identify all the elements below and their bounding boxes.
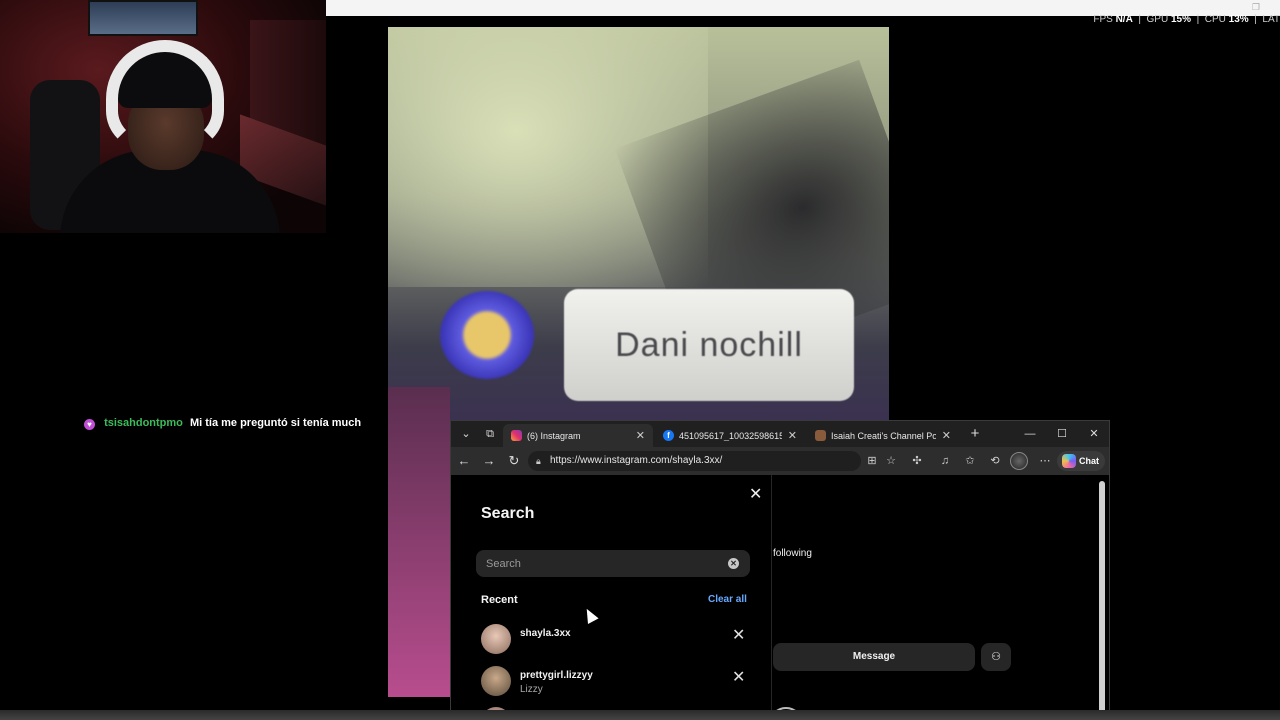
subscriber-badge-icon: ♥: [84, 419, 95, 430]
recent-item[interactable]: shayla.3xx ✕: [481, 620, 751, 656]
copilot-label: Chat: [1079, 456, 1099, 466]
facebook-icon: f: [663, 430, 674, 441]
new-tab-icon[interactable]: +: [964, 425, 986, 443]
search-input[interactable]: [476, 550, 750, 577]
url-text: https://www.instagram.com/shayla.3xx/: [550, 455, 723, 466]
lat-label: LAT: [1262, 14, 1280, 25]
remove-recent-icon[interactable]: ✕: [732, 667, 745, 687]
app-available-icon[interactable]: ⊞: [864, 453, 880, 469]
extensions-icon[interactable]: ✣: [909, 453, 925, 469]
history-icon[interactable]: ⟲: [987, 453, 1003, 469]
close-window-icon[interactable]: ✕: [1080, 425, 1108, 443]
recent-item[interactable]: prettygirl.lizzyy Lizzy ✕: [481, 662, 751, 698]
tab-facebook-image[interactable]: f 451095617_10032598615827… ✕: [655, 424, 805, 447]
profile-avatar-icon[interactable]: [1010, 452, 1028, 470]
chat-text: Mi tía me preguntó si tenía much: [189, 417, 362, 429]
minimize-icon[interactable]: —: [1016, 425, 1044, 443]
favorite-star-icon[interactable]: ☆: [883, 453, 899, 469]
maximize-icon[interactable]: ☐: [1048, 425, 1076, 443]
more-options-icon[interactable]: ⋯: [1037, 453, 1053, 469]
taskbar-edge: [0, 710, 1280, 720]
refresh-icon[interactable]: ↻: [505, 453, 523, 469]
background-monitor: [88, 0, 198, 36]
instagram-icon: [511, 430, 522, 441]
emoji-avatar: [440, 291, 534, 379]
close-icon[interactable]: ✕: [749, 484, 762, 504]
gpu-label: GPU: [1146, 14, 1169, 25]
chat-message: ♥ tsisahdontpmo Mi tía me preguntó si te…: [84, 417, 361, 430]
tab-instagram[interactable]: (6) Instagram ✕: [503, 424, 653, 447]
performance-stats: FPS N/A | GPU 15% | CPU 13% | LAT: [1093, 14, 1280, 25]
close-tab-icon[interactable]: ✕: [636, 429, 645, 442]
forward-icon[interactable]: →: [480, 453, 498, 469]
favorites-icon[interactable]: ✩: [962, 453, 978, 469]
tab-actions-chevron-icon[interactable]: ⌄: [455, 425, 477, 443]
headset: [106, 40, 224, 150]
recent-heading: Recent: [481, 594, 518, 606]
clear-search-icon[interactable]: ✕: [728, 558, 739, 569]
search-title: Search: [481, 505, 535, 522]
copilot-chat-button[interactable]: Chat: [1057, 451, 1105, 471]
search-panel: ✕ Search ✕ Recent Clear all shayla.3xx ✕…: [454, 475, 772, 720]
add-person-icon: ⚇: [991, 651, 1001, 663]
message-bubble: Dani nochill: [564, 289, 854, 401]
avatar: [481, 624, 511, 654]
suggested-users-button[interactable]: ⚇: [981, 643, 1011, 671]
gpu-value: 15%: [1170, 14, 1192, 25]
recent-username: prettygirl.lizzyy: [520, 670, 593, 681]
tab-twitch-channel[interactable]: Isaiah Creati's Channel Point E… ✕: [807, 424, 959, 447]
webcam-feed: [0, 0, 326, 233]
close-tab-icon[interactable]: ✕: [788, 429, 797, 442]
cpu-label: CPU: [1204, 14, 1226, 25]
twitch-icon: [815, 430, 826, 441]
close-tab-icon[interactable]: ✕: [942, 429, 951, 442]
remove-recent-icon[interactable]: ✕: [732, 625, 745, 645]
tab-title: Isaiah Creati's Channel Point E…: [831, 430, 936, 441]
workspaces-icon[interactable]: ⧉: [479, 425, 501, 443]
back-icon[interactable]: ←: [455, 453, 473, 469]
scrollbar[interactable]: [1099, 481, 1105, 720]
instagram-page: following Message ⚇ ✕ Search ✕ Recent Cl…: [451, 475, 1109, 720]
address-bar[interactable]: 🔒︎ https://www.instagram.com/shayla.3xx/: [528, 451, 861, 471]
browser-window: ⌄ ⧉ (6) Instagram ✕ f 451095617_10032598…: [450, 420, 1110, 720]
copilot-icon: [1062, 454, 1076, 468]
lock-icon: 🔒︎: [536, 456, 541, 466]
video-pink-edge: [388, 387, 450, 697]
clear-all-link[interactable]: Clear all: [708, 594, 747, 605]
read-aloud-icon[interactable]: ♫: [937, 453, 953, 469]
recent-username: shayla.3xx: [520, 628, 571, 639]
tab-title: 451095617_10032598615827…: [679, 430, 782, 441]
chat-username: tsisahdontpmo: [104, 417, 183, 429]
tab-strip: ⌄ ⧉ (6) Instagram ✕ f 451095617_10032598…: [451, 421, 1109, 447]
navigation-bar: ← → ↻ 🔒︎ https://www.instagram.com/shayl…: [451, 447, 1109, 475]
avatar: [481, 666, 511, 696]
recent-fullname: Lizzy: [520, 684, 543, 695]
cpu-value: 13%: [1228, 14, 1249, 25]
tab-title: (6) Instagram: [527, 430, 581, 441]
message-button[interactable]: Message: [773, 643, 975, 671]
restore-icon: ❐: [1251, 2, 1260, 12]
following-count-label[interactable]: following: [773, 548, 812, 559]
fps-value: N/A: [1115, 14, 1133, 25]
fps-label: FPS: [1093, 14, 1113, 25]
